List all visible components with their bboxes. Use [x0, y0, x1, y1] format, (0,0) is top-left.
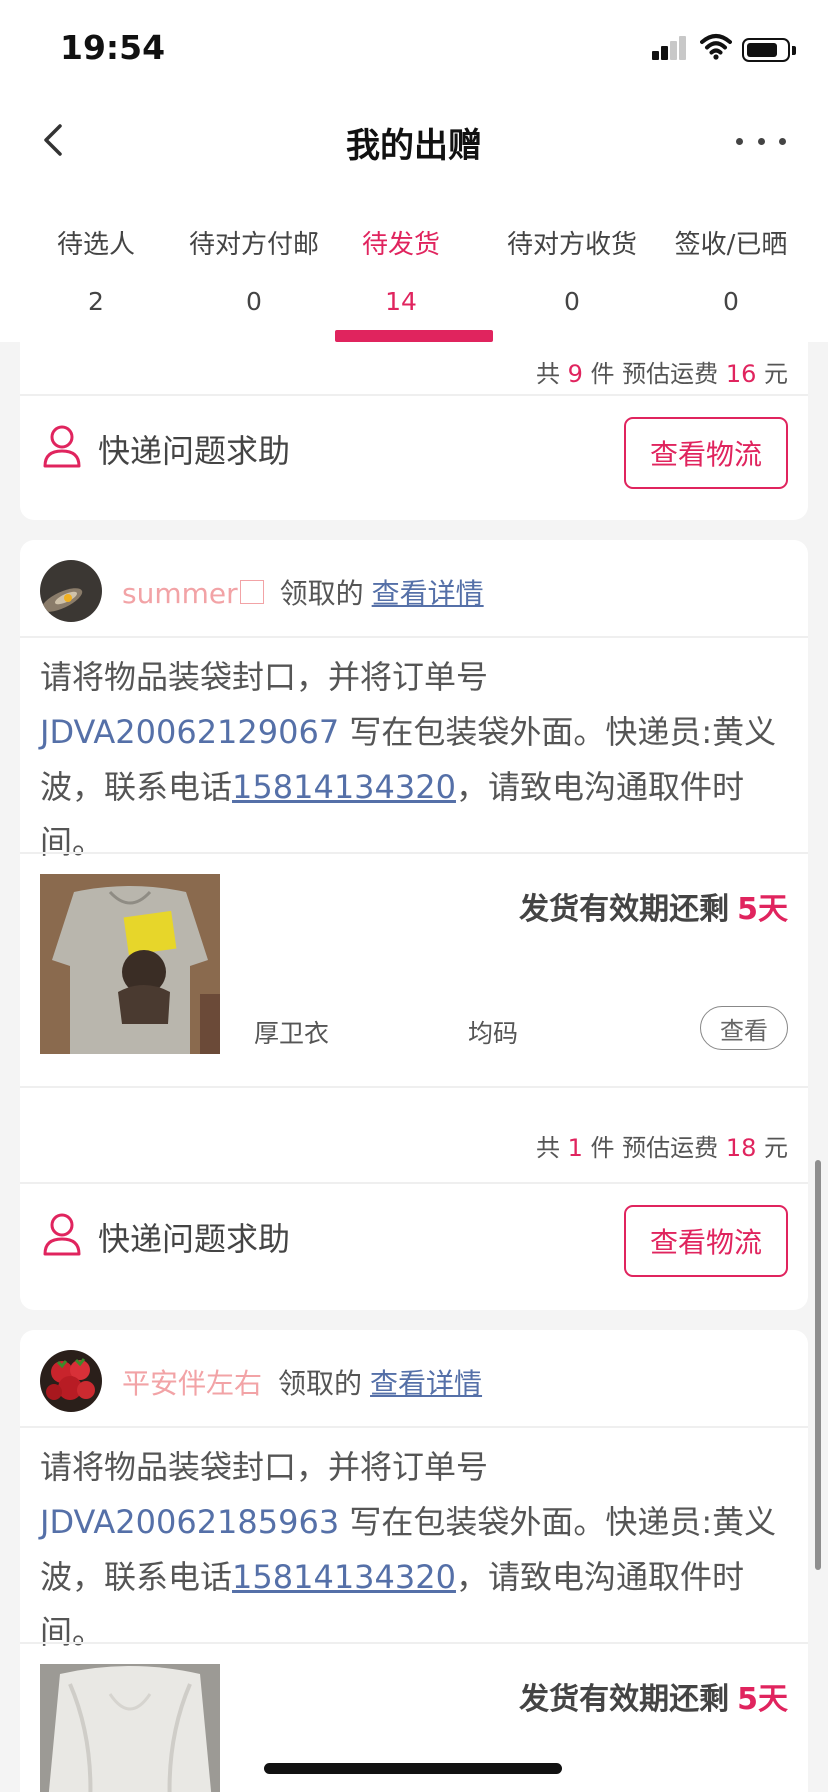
recipient-line: 平安伴左右 领取的 查看详情: [122, 1362, 482, 1402]
tab-label: 待发货: [361, 230, 440, 260]
tab-pending-receipt[interactable]: 待对方收货 0: [487, 200, 657, 342]
recipient-line: summer 领取的 查看详情: [122, 572, 484, 612]
item-thumbnail[interactable]: [40, 1664, 220, 1792]
recipient-row: summer 领取的 查看详情: [20, 540, 808, 636]
view-details-link[interactable]: 查看详情: [370, 1367, 482, 1400]
tab-pending-select[interactable]: 待选人 2: [11, 200, 181, 342]
tab-pending-postage[interactable]: 待对方付邮 0: [169, 200, 339, 342]
scrollbar[interactable]: [815, 1160, 821, 1570]
deadline-days: 5天: [737, 1682, 788, 1717]
divider: [20, 636, 808, 638]
delivery-help-row: 快递问题求助 查看物流: [20, 1184, 808, 1284]
tab-pending-shipment[interactable]: 待发货 14: [316, 200, 493, 342]
received-label: 领取的: [279, 577, 364, 610]
battery-icon: [742, 38, 796, 62]
person-icon: [43, 1213, 81, 1256]
status-time: 19:54: [60, 28, 166, 67]
home-indicator[interactable]: [264, 1763, 562, 1774]
item-name: 厚卫衣: [254, 1019, 330, 1048]
tab-count: 0: [246, 287, 262, 316]
recipient-nickname[interactable]: 平安伴左右: [122, 1367, 262, 1400]
courier-phone-link[interactable]: 15814134320: [232, 1558, 456, 1596]
view-item-button[interactable]: 查看: [700, 1006, 788, 1050]
avatar[interactable]: [40, 560, 102, 622]
view-logistics-button[interactable]: 查看物流: [624, 417, 788, 489]
divider: [20, 1642, 808, 1644]
recipient-nickname[interactable]: summer: [122, 577, 238, 610]
order-summary: 共 9 件 预估运费 16 元: [535, 360, 788, 388]
delivery-help-link[interactable]: 快递问题求助: [98, 426, 290, 472]
view-logistics-button[interactable]: 查看物流: [624, 1205, 788, 1277]
delivery-help-row: 快递问题求助 查看物流: [20, 396, 808, 496]
order-list: 共 9 件 预估运费 16 元 快递问题求助 查看物流 summer 领取的 查…: [0, 342, 828, 1792]
deadline-days: 5天: [737, 892, 788, 927]
shipping-deadline: 发货有效期还剩 5天: [519, 892, 788, 927]
order-card: 共 9 件 预估运费 16 元 快递问题求助 查看物流: [20, 342, 808, 520]
tab-signed-shared[interactable]: 签收/已晒 0: [646, 200, 816, 342]
wifi-icon: [700, 34, 732, 60]
tab-count: 0: [564, 287, 580, 316]
order-summary: 共 1 件 预估运费 18 元: [535, 1134, 788, 1162]
tab-label: 待对方付邮: [188, 230, 319, 260]
order-card: summer 领取的 查看详情 请将物品装袋封口，并将订单号 JDVA2006212…: [20, 540, 808, 1310]
tab-label: 待选人: [56, 230, 135, 260]
delivery-help-link[interactable]: 快递问题求助: [98, 1214, 290, 1260]
tab-count: 0: [723, 287, 739, 316]
more-dots-icon: [736, 137, 743, 145]
page-title: 我的出赠: [346, 126, 482, 166]
courier-phone-link[interactable]: 15814134320: [232, 768, 456, 806]
item-size: 均码: [468, 1019, 519, 1048]
avatar[interactable]: [40, 1350, 102, 1412]
shipping-deadline: 发货有效期还剩 5天: [519, 1682, 788, 1717]
order-card: 平安伴左右 领取的 查看详情 请将物品装袋封口，并将订单号 JDVA20062185…: [20, 1330, 808, 1792]
tab-label: 待对方收货: [506, 230, 637, 260]
tab-label: 签收/已晒: [674, 230, 788, 260]
top-header: 19:54 我的出赠 待选人 2 待对方付邮 0 待发货 14 待对方收货 0 …: [0, 0, 828, 342]
navbar: 我的出赠: [0, 100, 828, 180]
order-code: JDVA20062185963: [40, 1503, 340, 1541]
status-bar: 19:54: [0, 0, 828, 100]
recipient-row: 平安伴左右 领取的 查看详情: [20, 1330, 808, 1426]
active-tab-indicator: [335, 330, 493, 342]
divider: [20, 1086, 808, 1088]
person-icon: [43, 425, 81, 468]
item-thumbnail[interactable]: [40, 874, 220, 1054]
tab-count: 2: [88, 287, 104, 316]
shipping-instruction: 请将物品装袋封口，并将订单号 JDVA20062185963 写在包装袋外面。快…: [40, 1448, 777, 1651]
received-label: 领取的: [278, 1367, 363, 1400]
divider: [20, 1426, 808, 1428]
tab-count: 14: [385, 287, 417, 316]
view-details-link[interactable]: 查看详情: [372, 577, 484, 610]
status-tabs: 待选人 2 待对方付邮 0 待发货 14 待对方收货 0 签收/已晒 0: [0, 200, 828, 342]
divider: [20, 852, 808, 854]
order-code: JDVA20062129067: [40, 713, 340, 751]
more-button[interactable]: [736, 126, 786, 156]
signal-icon: [652, 36, 688, 60]
emoji-placeholder-icon: [239, 580, 264, 604]
shipping-instruction: 请将物品装袋封口，并将订单号 JDVA20062129067 写在包装袋外面。快…: [40, 658, 777, 861]
